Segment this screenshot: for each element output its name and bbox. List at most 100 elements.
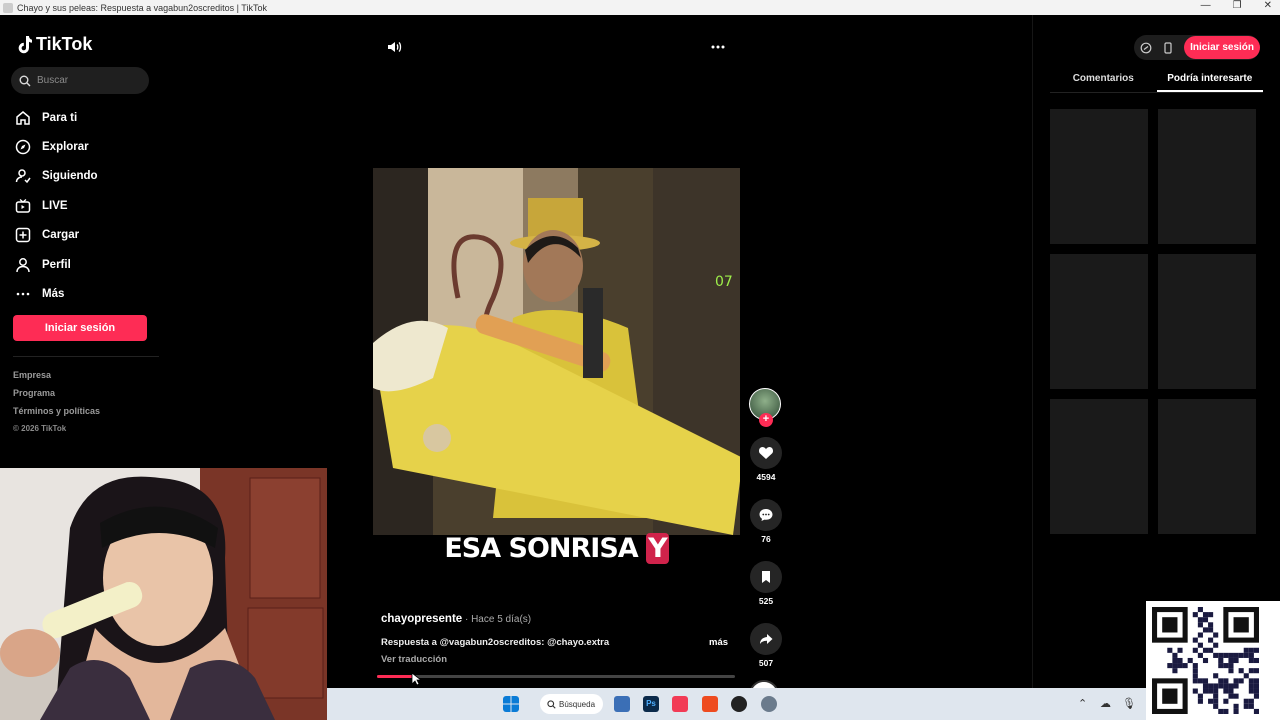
comment-icon[interactable] (750, 499, 782, 531)
sidebar-divider (13, 356, 159, 357)
recommendation-placeholder[interactable] (1158, 399, 1256, 534)
window-titlebar: Chayo y sus peleas: Respuesta a vagabun2… (0, 0, 1280, 15)
video-overlay-number: 07 (715, 274, 733, 290)
logo-text: TikTok (36, 34, 93, 54)
save-count: 525 (758, 596, 774, 606)
search-box[interactable] (11, 67, 149, 94)
tray-cloud-icon[interactable]: ☁ (1100, 697, 1111, 710)
qr-code-image (1152, 607, 1259, 714)
video-caption: ESA SONRISA Y (373, 533, 740, 564)
translate-link[interactable]: Ver traducción (381, 654, 447, 665)
browser-icon (3, 2, 13, 13)
video-author: chayopresente · Hace 5 día(s) (381, 613, 531, 625)
sidebar-item-perfil[interactable]: Perfil (14, 250, 154, 279)
taskbar-search-label: Búsqueda (559, 699, 596, 709)
video-progress-bar[interactable] (377, 675, 735, 678)
home-icon (14, 109, 32, 127)
recommendation-placeholder[interactable] (1050, 399, 1148, 534)
sidebar-item-label: LIVE (42, 199, 68, 212)
music-app-icon[interactable] (672, 696, 688, 712)
tray-chevron-icon[interactable]: ⌃ (1078, 697, 1087, 710)
caption-text: ESA SONRISA (444, 533, 647, 564)
comment-action[interactable]: 76 (749, 499, 783, 544)
settings-gear-icon[interactable] (761, 696, 777, 712)
like-count: 4594 (756, 472, 776, 482)
volume-icon[interactable] (386, 39, 402, 55)
following-icon (14, 167, 32, 185)
sidebar-item-explorar[interactable]: Explorar (14, 132, 154, 161)
footer-link-programa[interactable]: Programa (13, 388, 100, 406)
sidebar-item-label: Más (42, 288, 65, 301)
recommendation-placeholder[interactable] (1050, 109, 1148, 244)
header-login-button[interactable]: Iniciar sesión (1184, 36, 1260, 59)
share-icon[interactable] (750, 623, 782, 655)
options-icon[interactable] (710, 39, 726, 55)
sidebar-nav: Para ti Explorar Siguiendo LIVE Cargar P… (14, 103, 154, 309)
bookmark-icon[interactable] (750, 561, 782, 593)
video-frame: 07 (373, 168, 740, 535)
windows-start-icon[interactable] (503, 696, 519, 712)
sidebar-footer: Empresa Programa Términos y políticas © … (13, 370, 100, 442)
footer-link-terminos[interactable]: Términos y políticas (13, 406, 100, 424)
webcam-image (0, 468, 327, 720)
obs-icon[interactable] (731, 696, 747, 712)
search-icon (547, 699, 556, 709)
tab-comentarios[interactable]: Comentarios (1050, 71, 1157, 92)
file-explorer-icon[interactable] (614, 696, 630, 712)
tray-mic-icon[interactable]: 🎙 (1122, 697, 1136, 710)
caption-highlight: Y (646, 533, 669, 564)
login-button[interactable]: Iniciar sesión (13, 315, 147, 341)
right-panel-tabs: Comentarios Podría interesarte (1050, 71, 1263, 93)
brave-browser-icon[interactable] (702, 696, 718, 712)
tiktok-logo[interactable]: TikTok (16, 34, 92, 55)
sidebar-item-cargar[interactable]: Cargar (14, 221, 154, 250)
sidebar-item-label: Para ti (42, 111, 78, 124)
more-icon (14, 285, 32, 303)
sidebar-item-para-ti[interactable]: Para ti (14, 103, 154, 132)
share-action[interactable]: 507 (749, 623, 783, 668)
right-panel-toolbar: Iniciar sesión (1134, 35, 1260, 60)
webcam-overlay (0, 468, 327, 720)
sidebar-item-live[interactable]: LIVE (14, 191, 154, 220)
close-icon[interactable]: ✕ (1264, 0, 1272, 11)
qr-code-overlay (1146, 601, 1280, 720)
sidebar-item-label: Perfil (42, 258, 71, 271)
save-action[interactable]: 525 (749, 561, 783, 606)
device-icon[interactable] (1162, 41, 1174, 54)
recommendation-placeholder[interactable] (1050, 254, 1148, 389)
window-title: Chayo y sus peleas: Respuesta a vagabun2… (17, 2, 267, 13)
video-progress-fill (377, 675, 413, 678)
upload-icon (14, 226, 32, 244)
post-time: · Hace 5 día(s) (462, 614, 532, 625)
recommendation-grid (1050, 109, 1256, 534)
author-avatar[interactable]: + (749, 388, 781, 427)
recommendation-placeholder[interactable] (1158, 109, 1256, 244)
recommendation-placeholder[interactable] (1158, 254, 1256, 389)
sidebar-item-label: Cargar (42, 229, 80, 242)
taskbar-search[interactable]: Búsqueda (540, 694, 603, 714)
like-action[interactable]: 4594 (749, 437, 783, 482)
profile-icon (14, 256, 32, 274)
photoshop-icon[interactable]: Ps (643, 696, 659, 712)
search-icon (19, 75, 31, 86)
comment-count: 76 (761, 534, 771, 544)
search-input[interactable] (37, 75, 137, 86)
live-icon (14, 197, 32, 215)
sidebar-item-label: Explorar (42, 141, 89, 154)
footer-link-empresa[interactable]: Empresa (13, 370, 100, 388)
follow-plus-icon[interactable]: + (759, 413, 773, 427)
sidebar-item-siguiendo[interactable]: Siguiendo (14, 162, 154, 191)
minimize-icon[interactable]: — (1201, 0, 1211, 11)
author-name[interactable]: chayopresente (381, 613, 462, 625)
more-link[interactable]: más (709, 637, 728, 648)
coins-icon[interactable] (1140, 42, 1152, 54)
tab-podria-interesarte[interactable]: Podría interesarte (1156, 71, 1263, 92)
compass-icon (14, 138, 32, 156)
video-player[interactable]: 07 (373, 168, 740, 535)
restore-icon[interactable]: ❐ (1233, 0, 1242, 11)
sidebar-item-label: Siguiendo (42, 170, 98, 183)
sidebar-item-mas[interactable]: Más (14, 279, 154, 308)
heart-icon[interactable] (750, 437, 782, 469)
video-top-controls (386, 39, 726, 57)
mouse-cursor-icon (411, 672, 421, 686)
